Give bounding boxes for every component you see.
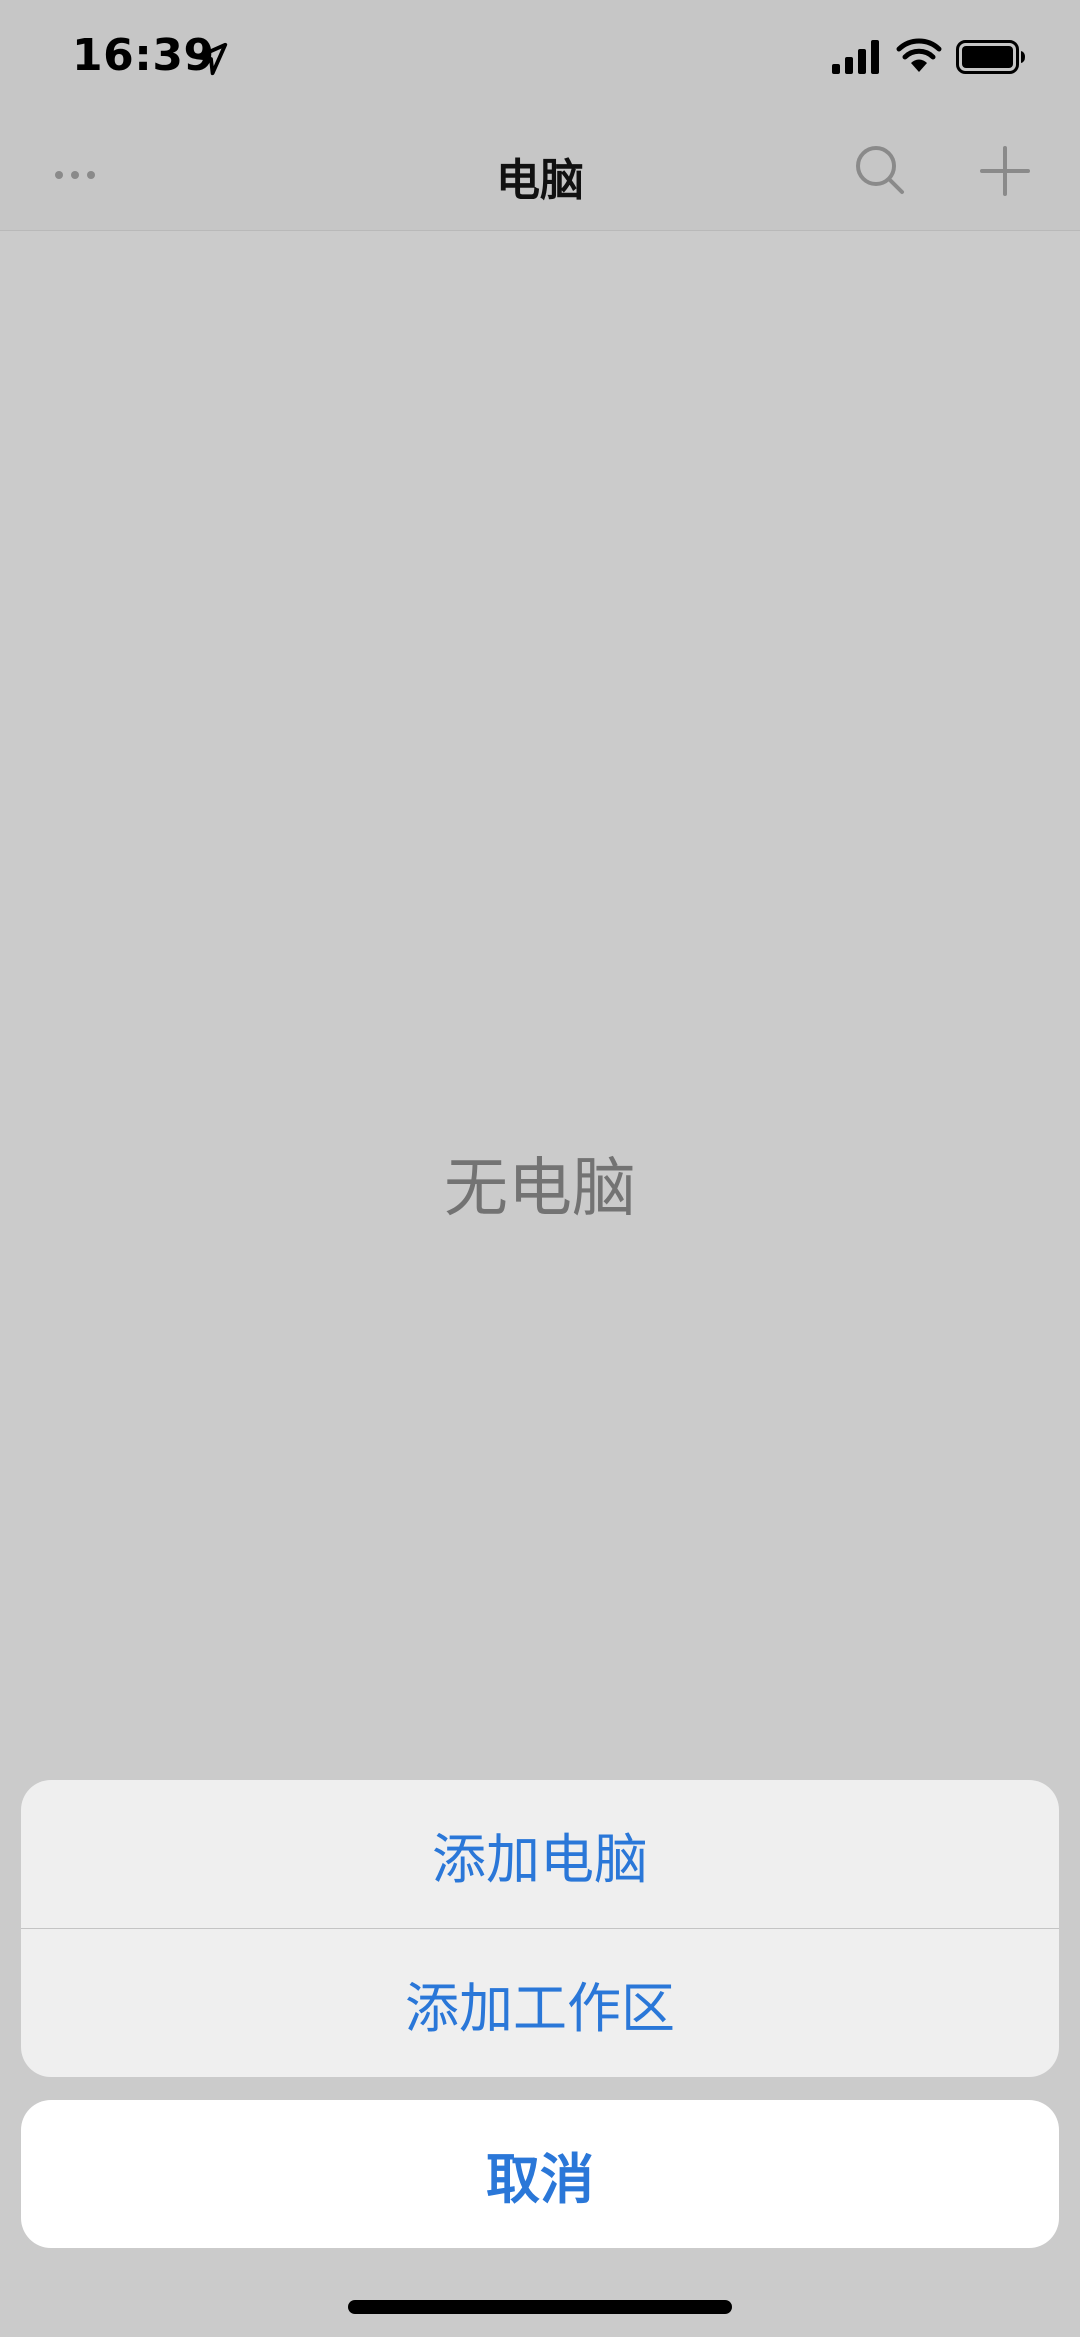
home-indicator[interactable]: [348, 2300, 732, 2314]
wifi-icon: [896, 38, 942, 72]
add-workspace-button[interactable]: 添加工作区: [21, 1929, 1059, 2077]
cancel-button[interactable]: 取消: [21, 2100, 1059, 2248]
page-title: 电脑: [496, 155, 584, 206]
action-sheet-group: 添加电脑 添加工作区: [21, 1780, 1059, 2077]
cellular-signal-icon: [832, 40, 879, 74]
battery-icon: [956, 40, 1025, 74]
location-arrow-icon: [194, 42, 228, 76]
nav-bar: 电脑: [0, 120, 1080, 231]
add-computer-button[interactable]: 添加电脑: [21, 1780, 1059, 1928]
search-icon[interactable]: [852, 142, 908, 198]
empty-state-message: 无电脑: [444, 1152, 636, 1226]
add-icon[interactable]: [978, 144, 1032, 198]
status-bar: 16:39: [0, 0, 1080, 120]
